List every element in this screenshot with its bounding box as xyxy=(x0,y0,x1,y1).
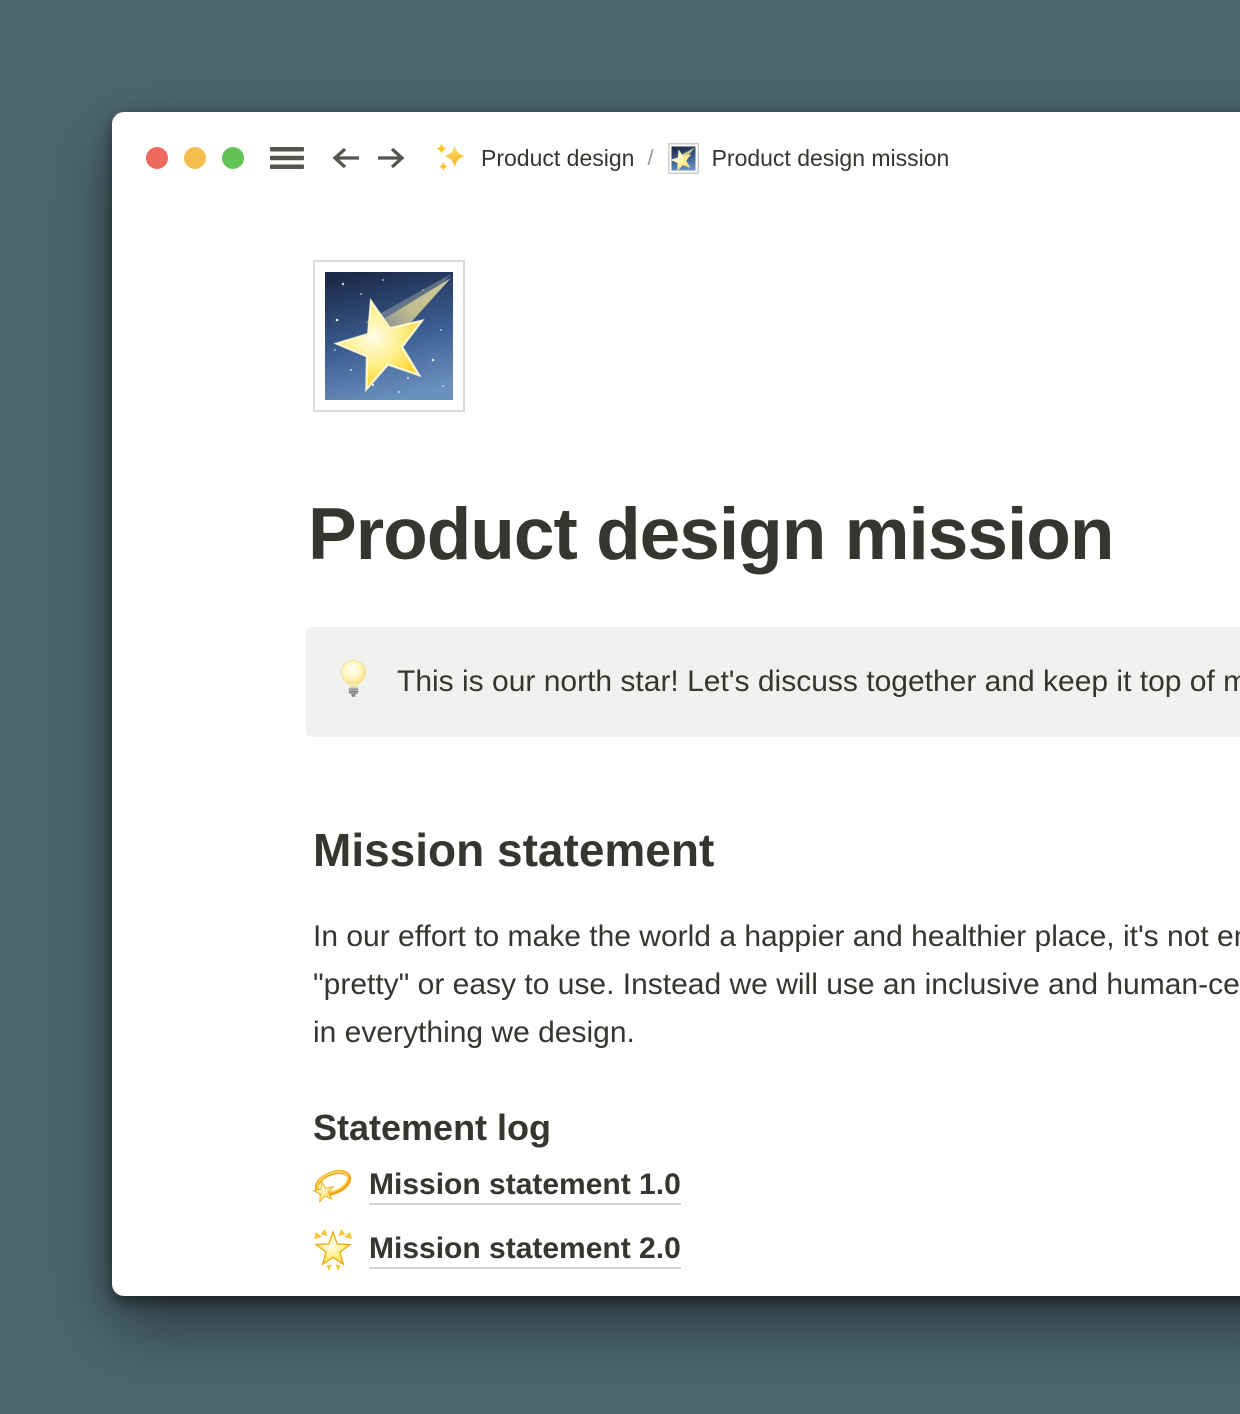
paragraph-line: In our effort to make the world a happie… xyxy=(313,913,1240,961)
page-title: Product design mission xyxy=(308,493,1113,576)
breadcrumb-parent-page[interactable]: Product design xyxy=(481,145,634,172)
zoom-window-button[interactable] xyxy=(222,147,244,169)
light-bulb-icon xyxy=(340,659,367,705)
page-link-label[interactable]: Mission statement 1.0 xyxy=(369,1167,681,1205)
close-window-button[interactable] xyxy=(146,147,168,169)
callout-block: This is our north star! Let's discuss to… xyxy=(306,627,1240,737)
page-link-mission-statement-1[interactable]: Mission statement 1.0 xyxy=(311,1162,681,1210)
heading-mission-statement: Mission statement xyxy=(313,823,714,877)
title-bar: Product design / Produc xyxy=(146,136,949,180)
app-window: Product design / Produc xyxy=(112,112,1240,1296)
breadcrumb-current-page[interactable]: Product design mission xyxy=(712,145,950,172)
sparkles-emoji-icon xyxy=(434,142,466,174)
breadcrumb-separator: / xyxy=(647,145,653,171)
dizzy-emoji-icon xyxy=(311,1164,355,1208)
callout-text: This is our north star! Let's discuss to… xyxy=(397,665,1240,699)
forward-arrow-icon[interactable] xyxy=(376,144,406,172)
glowing-star-emoji-icon xyxy=(311,1228,355,1272)
paragraph-line: in everything we design. xyxy=(313,1009,1240,1057)
paragraph-line: "pretty" or easy to use. Instead we will… xyxy=(313,961,1240,1009)
heading-statement-log: Statement log xyxy=(313,1107,551,1149)
shooting-star-thumbnail-icon xyxy=(668,143,699,174)
mission-paragraph: In our effort to make the world a happie… xyxy=(313,913,1240,1057)
page-link-mission-statement-2[interactable]: Mission statement 2.0 xyxy=(311,1226,681,1274)
page-icon-shooting-star[interactable] xyxy=(313,260,465,412)
sidebar-menu-icon[interactable] xyxy=(270,145,304,171)
page-link-label[interactable]: Mission statement 2.0 xyxy=(369,1231,681,1269)
back-arrow-icon[interactable] xyxy=(331,144,361,172)
minimize-window-button[interactable] xyxy=(184,147,206,169)
